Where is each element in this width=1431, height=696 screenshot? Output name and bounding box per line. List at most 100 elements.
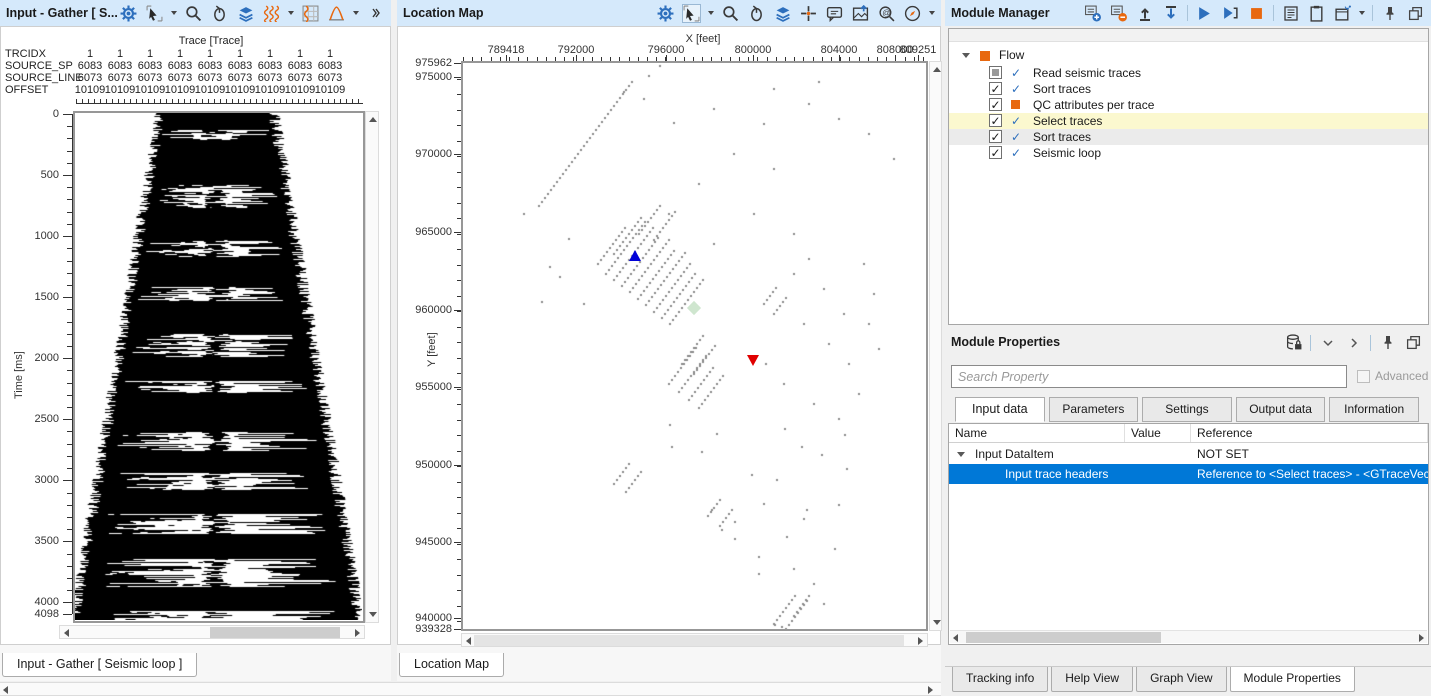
float-icon[interactable] <box>1404 333 1423 352</box>
crosshair-icon[interactable] <box>799 4 818 23</box>
gear-icon[interactable] <box>119 4 138 23</box>
tree-item-seismic-loop[interactable]: ✓✓Seismic loop <box>949 145 1428 161</box>
chevron-down-icon[interactable] <box>1318 333 1337 352</box>
select-mode-icon[interactable] <box>682 4 701 23</box>
tab-output-data[interactable]: Output data <box>1236 397 1326 422</box>
properties-hscrollbar[interactable] <box>950 630 1427 643</box>
advanced-checkbox[interactable] <box>1357 370 1370 383</box>
red-receiver-marker[interactable] <box>747 355 759 366</box>
search-property-box[interactable] <box>951 365 1347 388</box>
zoom-icon[interactable] <box>184 4 203 23</box>
module-checkbox[interactable]: ✓ <box>989 130 1002 143</box>
select-mode-icon[interactable] <box>145 4 164 23</box>
view-tab-help-view[interactable]: Help View <box>1051 667 1133 692</box>
module-checkbox[interactable]: ✓ <box>989 146 1002 159</box>
trace-header-value: 6073 <box>313 72 347 84</box>
pick-icon[interactable] <box>747 4 766 23</box>
map-vscrollbar[interactable] <box>929 61 942 631</box>
column-header-name[interactable]: Name <box>949 424 1125 442</box>
pin-icon[interactable] <box>1380 4 1399 23</box>
histogram-dropdown-caret[interactable] <box>353 11 359 15</box>
histogram-icon[interactable] <box>327 4 346 23</box>
property-row[interactable]: Input trace headers Reference to <Select … <box>949 464 1428 484</box>
map-y-tick-label: 975962 <box>412 57 452 69</box>
new-window-icon[interactable] <box>1333 4 1352 23</box>
layers-icon[interactable] <box>236 4 255 23</box>
zoom-at-icon[interactable]: @ <box>877 4 896 23</box>
add-module-icon[interactable] <box>1083 4 1102 23</box>
export-icon[interactable] <box>1161 4 1180 23</box>
overflow-icon[interactable] <box>366 4 385 23</box>
tab-information[interactable]: Information <box>1329 397 1419 422</box>
layers-icon[interactable] <box>773 4 792 23</box>
trace-header-value: 6083 <box>283 60 317 72</box>
run-to-icon[interactable] <box>1221 4 1240 23</box>
map-y-tick-label: 955000 <box>412 381 452 393</box>
compass-icon[interactable] <box>903 4 922 23</box>
advanced-option[interactable]: Advanced <box>1357 369 1428 383</box>
view-tab-tracking-info[interactable]: Tracking info <box>952 667 1048 692</box>
gear-icon[interactable] <box>656 4 675 23</box>
blue-source-marker[interactable] <box>629 250 641 261</box>
wiggle-display-icon[interactable] <box>262 4 281 23</box>
pin-icon[interactable] <box>1378 333 1397 352</box>
search-property-input[interactable] <box>951 365 1347 388</box>
wiggle-display-dropdown-caret[interactable] <box>288 11 294 15</box>
module-checkbox[interactable]: ✓ <box>989 98 1002 111</box>
pick-icon[interactable] <box>210 4 229 23</box>
expander-icon[interactable] <box>957 452 965 457</box>
wiggle-grid-icon[interactable] <box>301 4 320 23</box>
report-icon[interactable] <box>1281 4 1300 23</box>
import-icon[interactable] <box>1135 4 1154 23</box>
compass-dropdown-caret[interactable] <box>929 11 935 15</box>
property-name-cell: Input trace headers <box>949 464 1125 484</box>
workspace-hscrollbar[interactable] <box>0 682 941 696</box>
property-reference: Reference to <Select traces> - <GTraceVe… <box>1191 467 1428 481</box>
seismic-doc-tabbar: Input - Gather [ Seismic loop ] <box>2 653 197 681</box>
tree-root-flow[interactable]: Flow <box>949 47 1428 65</box>
view-tab-graph-view[interactable]: Graph View <box>1136 667 1226 692</box>
location-map-display[interactable] <box>463 63 926 629</box>
time-tick-label: 4000 <box>29 596 59 608</box>
stop-icon[interactable] <box>1247 4 1266 23</box>
module-checkbox[interactable]: ✓ <box>989 82 1002 95</box>
remove-module-icon[interactable] <box>1109 4 1128 23</box>
tree-item-sort-traces[interactable]: ✓✓Sort traces <box>949 81 1428 97</box>
tab-location-map[interactable]: Location Map <box>399 653 504 677</box>
seismic-vscrollbar[interactable] <box>365 111 379 623</box>
property-row[interactable]: Input DataItemNOT SET <box>949 444 1428 464</box>
column-header-value[interactable]: Value <box>1125 424 1191 442</box>
select-mode-dropdown-caret[interactable] <box>171 11 177 15</box>
run-icon[interactable] <box>1195 4 1214 23</box>
comment-icon[interactable] <box>825 4 844 23</box>
tree-item-read-seismic-traces[interactable]: ✓Read seismic traces <box>949 65 1428 81</box>
tab-input-gather[interactable]: Input - Gather [ Seismic loop ] <box>2 653 197 677</box>
tab-settings[interactable]: Settings <box>1142 397 1232 422</box>
zoom-icon[interactable] <box>721 4 740 23</box>
float-icon[interactable] <box>1406 4 1425 23</box>
trace-header-label: SOURCE_LINE <box>5 72 83 84</box>
export-image-icon[interactable] <box>851 4 870 23</box>
tree-item-select-traces[interactable]: ✓✓Select traces <box>949 113 1428 129</box>
new-window-dropdown-caret[interactable] <box>1359 11 1365 15</box>
db-save-icon[interactable] <box>1284 333 1303 352</box>
column-header-reference[interactable]: Reference <box>1191 424 1428 442</box>
tree-item-qc-attributes-per-trace[interactable]: ✓QC attributes per trace <box>949 97 1428 113</box>
chevron-right-icon[interactable] <box>1344 333 1363 352</box>
select-mode-dropdown-caret[interactable] <box>708 11 714 15</box>
ruler-line <box>76 103 363 104</box>
expander-icon[interactable] <box>962 53 970 58</box>
tab-parameters[interactable]: Parameters <box>1049 397 1139 422</box>
time-tick-label: 0 <box>29 108 59 120</box>
tree-item-sort-traces[interactable]: ✓✓Sort traces <box>949 129 1428 145</box>
map-y-tick-label: 945000 <box>412 536 452 548</box>
module-checkbox[interactable]: ✓ <box>989 114 1002 127</box>
property-name: Input trace headers <box>1005 467 1108 481</box>
view-tab-module-properties[interactable]: Module Properties <box>1230 667 1355 692</box>
seismic-hscrollbar[interactable] <box>59 625 365 639</box>
clipboard-icon[interactable] <box>1307 4 1326 23</box>
tab-input-data[interactable]: Input data <box>955 397 1045 422</box>
map-hscrollbar[interactable] <box>461 633 928 647</box>
module-checkbox[interactable] <box>989 66 1002 79</box>
seismic-wiggle-display[interactable] <box>75 113 362 620</box>
